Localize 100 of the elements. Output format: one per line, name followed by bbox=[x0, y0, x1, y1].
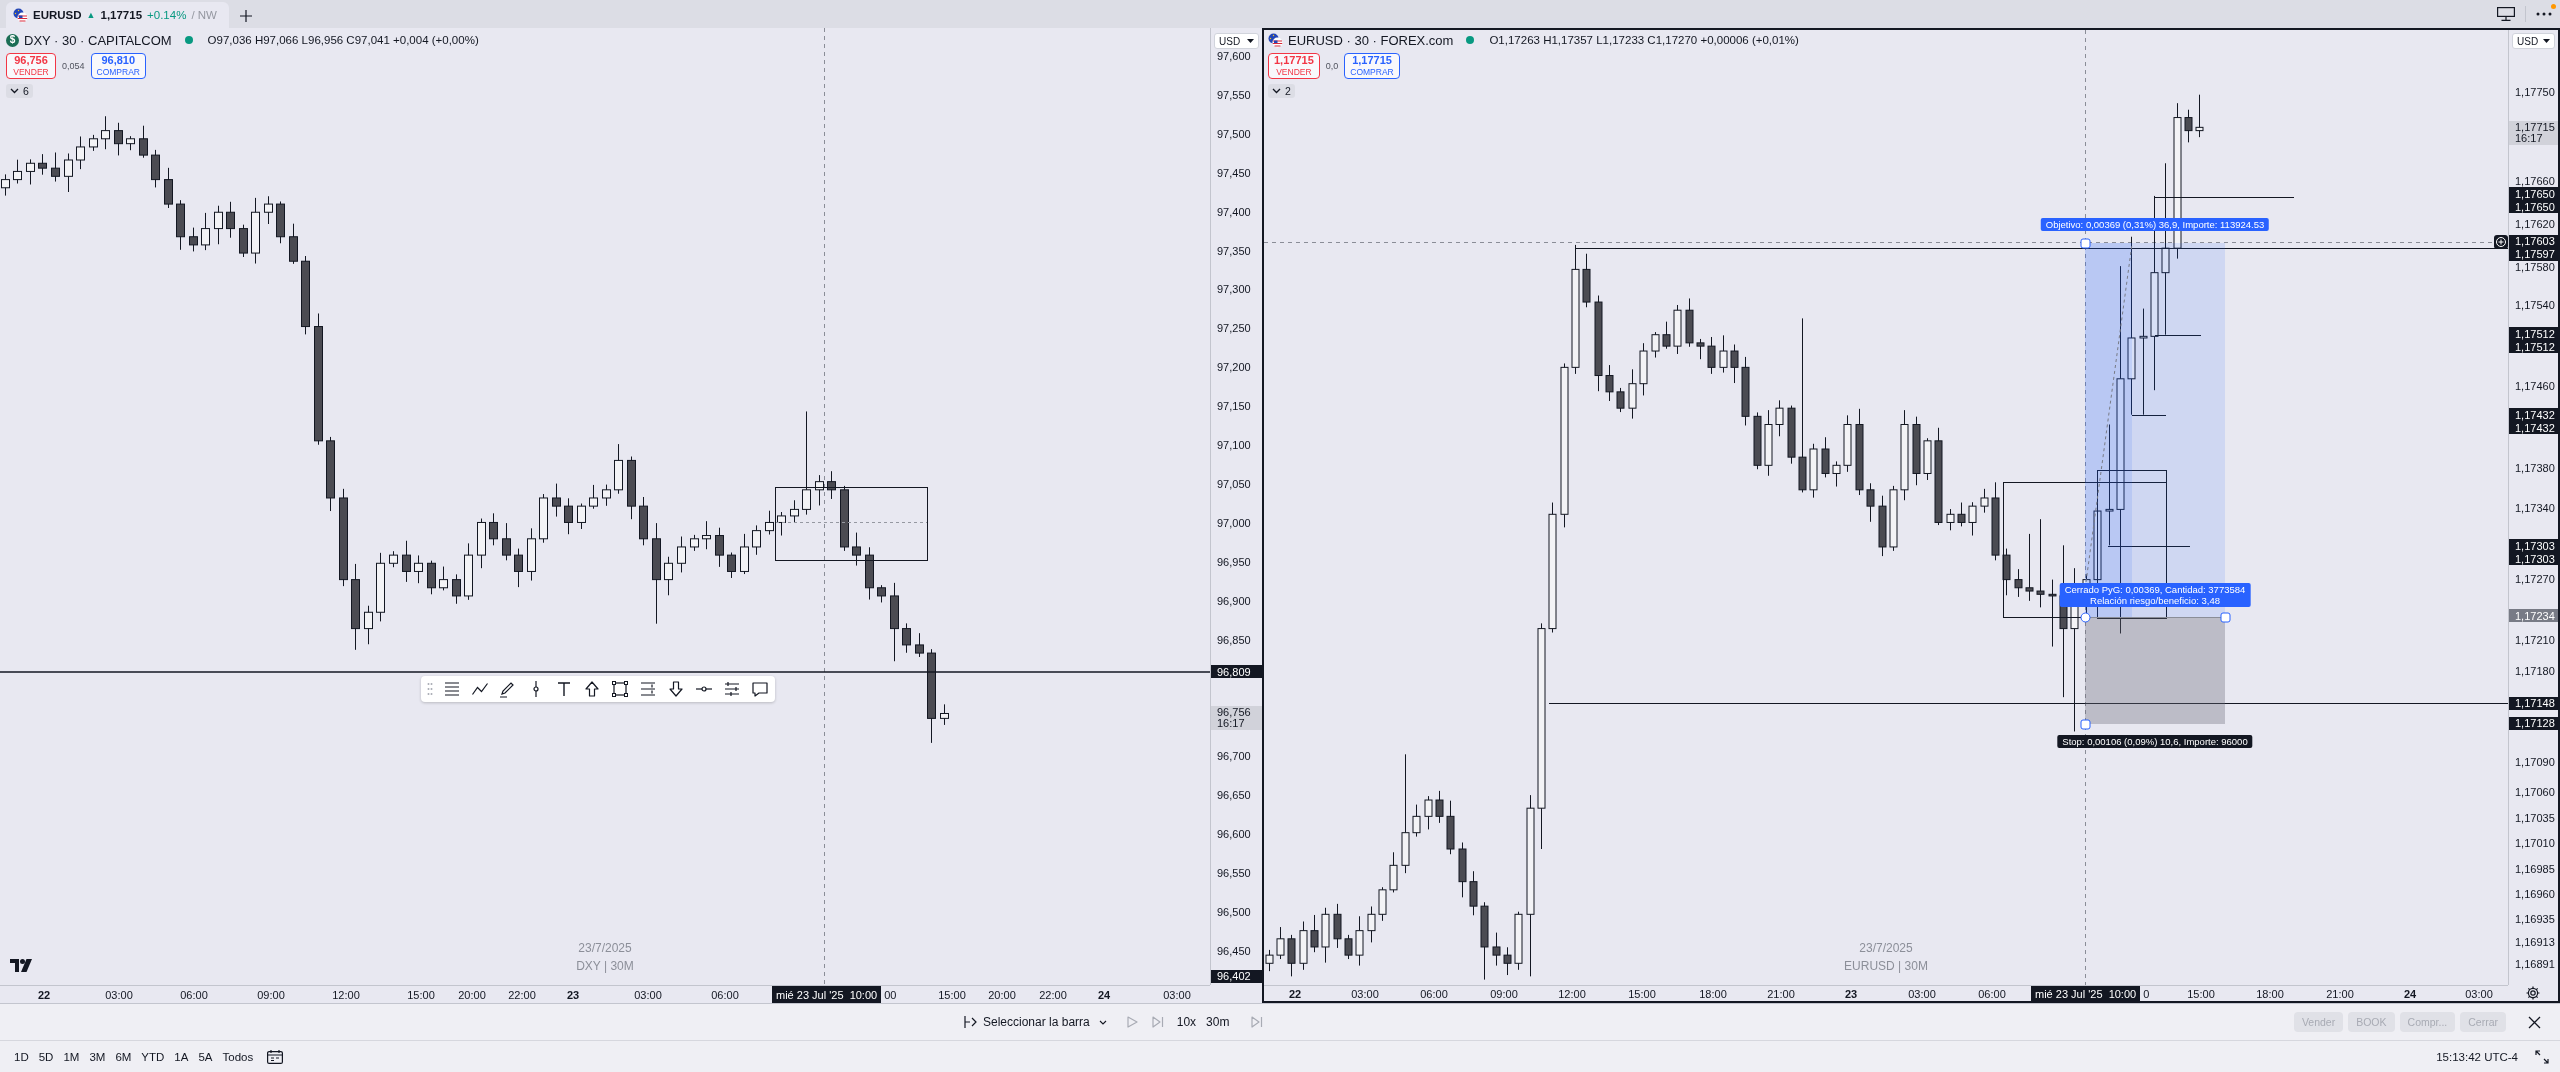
falling-candle bbox=[289, 223, 298, 265]
comment-icon[interactable] bbox=[751, 680, 769, 698]
range-button[interactable]: 1A bbox=[170, 1050, 193, 1063]
price-label: 1,17660 bbox=[2514, 174, 2556, 187]
rising-candle bbox=[1367, 906, 1376, 943]
range-button[interactable]: 3M bbox=[85, 1050, 110, 1063]
plus-circle-icon[interactable] bbox=[2494, 235, 2508, 249]
sell-button[interactable]: 96,756 VENDER bbox=[6, 53, 56, 79]
rising-candle bbox=[1378, 886, 1387, 922]
currency-flags-icon bbox=[13, 7, 28, 23]
range-button[interactable]: 5D bbox=[34, 1050, 58, 1063]
distribute-lines-icon[interactable] bbox=[639, 680, 657, 698]
price-label: 1,16913 bbox=[2514, 935, 2556, 948]
rising-candle bbox=[940, 703, 949, 726]
falling-candle bbox=[452, 573, 461, 605]
price-line-label: 1,17148 bbox=[2509, 696, 2558, 710]
symbol-title[interactable]: DXY · 30 · CAPITALCOM bbox=[24, 32, 172, 48]
falling-candle bbox=[1458, 841, 1467, 898]
rectangle-icon[interactable] bbox=[611, 680, 629, 698]
down-arrow-icon[interactable] bbox=[667, 680, 685, 698]
resize-handle[interactable] bbox=[2080, 238, 2091, 249]
rising-candle bbox=[376, 552, 385, 622]
rising-candle bbox=[201, 212, 210, 251]
more-icon[interactable] bbox=[2536, 12, 2552, 16]
sliders-icon[interactable] bbox=[723, 680, 741, 698]
price-label: 1,17035 bbox=[2514, 811, 2556, 824]
calendar-icon[interactable] bbox=[267, 1049, 284, 1064]
caret-icon bbox=[2543, 39, 2550, 43]
falling-candle bbox=[189, 227, 198, 252]
range-button[interactable]: Todos bbox=[218, 1050, 258, 1063]
timezone-clock[interactable]: 15:13:42 UTC-4 bbox=[2436, 1050, 2518, 1063]
price-label: 97,550 bbox=[1216, 88, 1252, 101]
price-line-label: 96,402 bbox=[1211, 969, 1262, 983]
buy-button[interactable]: 1,17715 COMPRAR bbox=[1344, 53, 1400, 79]
last-price-value: 96,756 bbox=[1217, 706, 1251, 718]
time-label: 23 bbox=[566, 987, 580, 1003]
expand-icon[interactable] bbox=[2535, 1049, 2549, 1064]
price-label: 1,17380 bbox=[2514, 461, 2556, 474]
sell-button[interactable]: 1,17715 VENDER bbox=[1268, 53, 1320, 79]
rising-candle bbox=[1764, 409, 1773, 477]
collapse-button[interactable]: 2 bbox=[1268, 84, 1295, 98]
drag-handle-icon[interactable] bbox=[427, 682, 433, 696]
falling-candle bbox=[1662, 321, 1671, 350]
speed-button[interactable]: 10x bbox=[1176, 1015, 1197, 1029]
time-label: 06:00 bbox=[1420, 986, 1448, 1001]
price-line-label: 1,17650 bbox=[2509, 187, 2558, 200]
range-button[interactable]: 5A bbox=[194, 1050, 217, 1063]
stacked-lines-icon[interactable] bbox=[443, 680, 461, 698]
price-line-label: 96,809 bbox=[1211, 665, 1262, 679]
caret-icon[interactable] bbox=[1098, 1019, 1107, 1025]
watermark-date: 23/7/2025 bbox=[578, 940, 632, 957]
price-label: 97,000 bbox=[1216, 516, 1252, 529]
rising-candle bbox=[777, 511, 786, 537]
price-label: 97,150 bbox=[1216, 400, 1252, 413]
layout-icon[interactable] bbox=[2497, 7, 2515, 21]
rising-candle bbox=[664, 556, 673, 596]
settings-icon[interactable] bbox=[2526, 986, 2540, 1000]
resize-handle[interactable] bbox=[2080, 719, 2091, 730]
close-icon[interactable] bbox=[2528, 1015, 2541, 1029]
rising-candle bbox=[477, 518, 486, 569]
price-label: 1,17750 bbox=[2514, 86, 2556, 98]
plus-icon[interactable] bbox=[239, 10, 252, 22]
logo-icon[interactable] bbox=[10, 959, 32, 972]
range-button[interactable]: 1M bbox=[59, 1050, 84, 1063]
resize-handle[interactable] bbox=[2080, 612, 2091, 623]
bar-select-icon[interactable] bbox=[963, 1015, 977, 1029]
rising-candle bbox=[1389, 851, 1398, 893]
falling-candle bbox=[427, 560, 436, 595]
interval-button[interactable]: 30m bbox=[1206, 1015, 1230, 1029]
rising-candle bbox=[1651, 331, 1660, 359]
currency-dropdown[interactable]: USD bbox=[1214, 33, 1259, 49]
resize-handle[interactable] bbox=[2220, 612, 2231, 623]
rising-candle bbox=[1673, 304, 1682, 355]
range-button[interactable]: YTD bbox=[137, 1050, 169, 1063]
time-label: 03:00 bbox=[1908, 986, 1936, 1001]
falling-candle bbox=[2048, 579, 2057, 648]
currency-dropdown[interactable]: USD bbox=[2512, 33, 2555, 49]
rising-candle bbox=[1775, 399, 1784, 437]
range-button[interactable]: 1D bbox=[10, 1050, 33, 1063]
up-arrow-icon[interactable] bbox=[583, 680, 601, 698]
falling-candle bbox=[1741, 356, 1750, 426]
rising-candle bbox=[1276, 926, 1285, 960]
price-label: 96,450 bbox=[1216, 945, 1252, 958]
symbol-title[interactable]: EURUSD · 30 · FOREX.com bbox=[1288, 32, 1454, 48]
select-bar-button[interactable]: Seleccionar la barra bbox=[983, 1015, 1090, 1029]
price-line-label: 1,17512 bbox=[2509, 327, 2558, 341]
text-icon[interactable] bbox=[555, 680, 573, 698]
price-label: 1,17340 bbox=[2514, 502, 2556, 515]
rising-candle bbox=[1889, 485, 1898, 552]
collapse-button[interactable]: 6 bbox=[6, 84, 33, 98]
buy-button[interactable]: 96,810 COMPRAR bbox=[90, 53, 146, 79]
falling-candle bbox=[1685, 297, 1694, 348]
ohlc-values: O97,036 H97,066 L96,956 C97,041 +0,004 (+0,00%) bbox=[207, 34, 479, 46]
rising-candle bbox=[1809, 443, 1818, 499]
falling-candle bbox=[114, 122, 123, 156]
chart-tab[interactable]: EURUSD ▲ 1,17715 +0.14% / NW bbox=[6, 2, 229, 28]
range-button[interactable]: 6M bbox=[111, 1050, 136, 1063]
time-label: 03:00 bbox=[1163, 987, 1191, 1003]
price-label: 97,500 bbox=[1216, 127, 1252, 140]
rising-candle bbox=[1832, 460, 1841, 488]
